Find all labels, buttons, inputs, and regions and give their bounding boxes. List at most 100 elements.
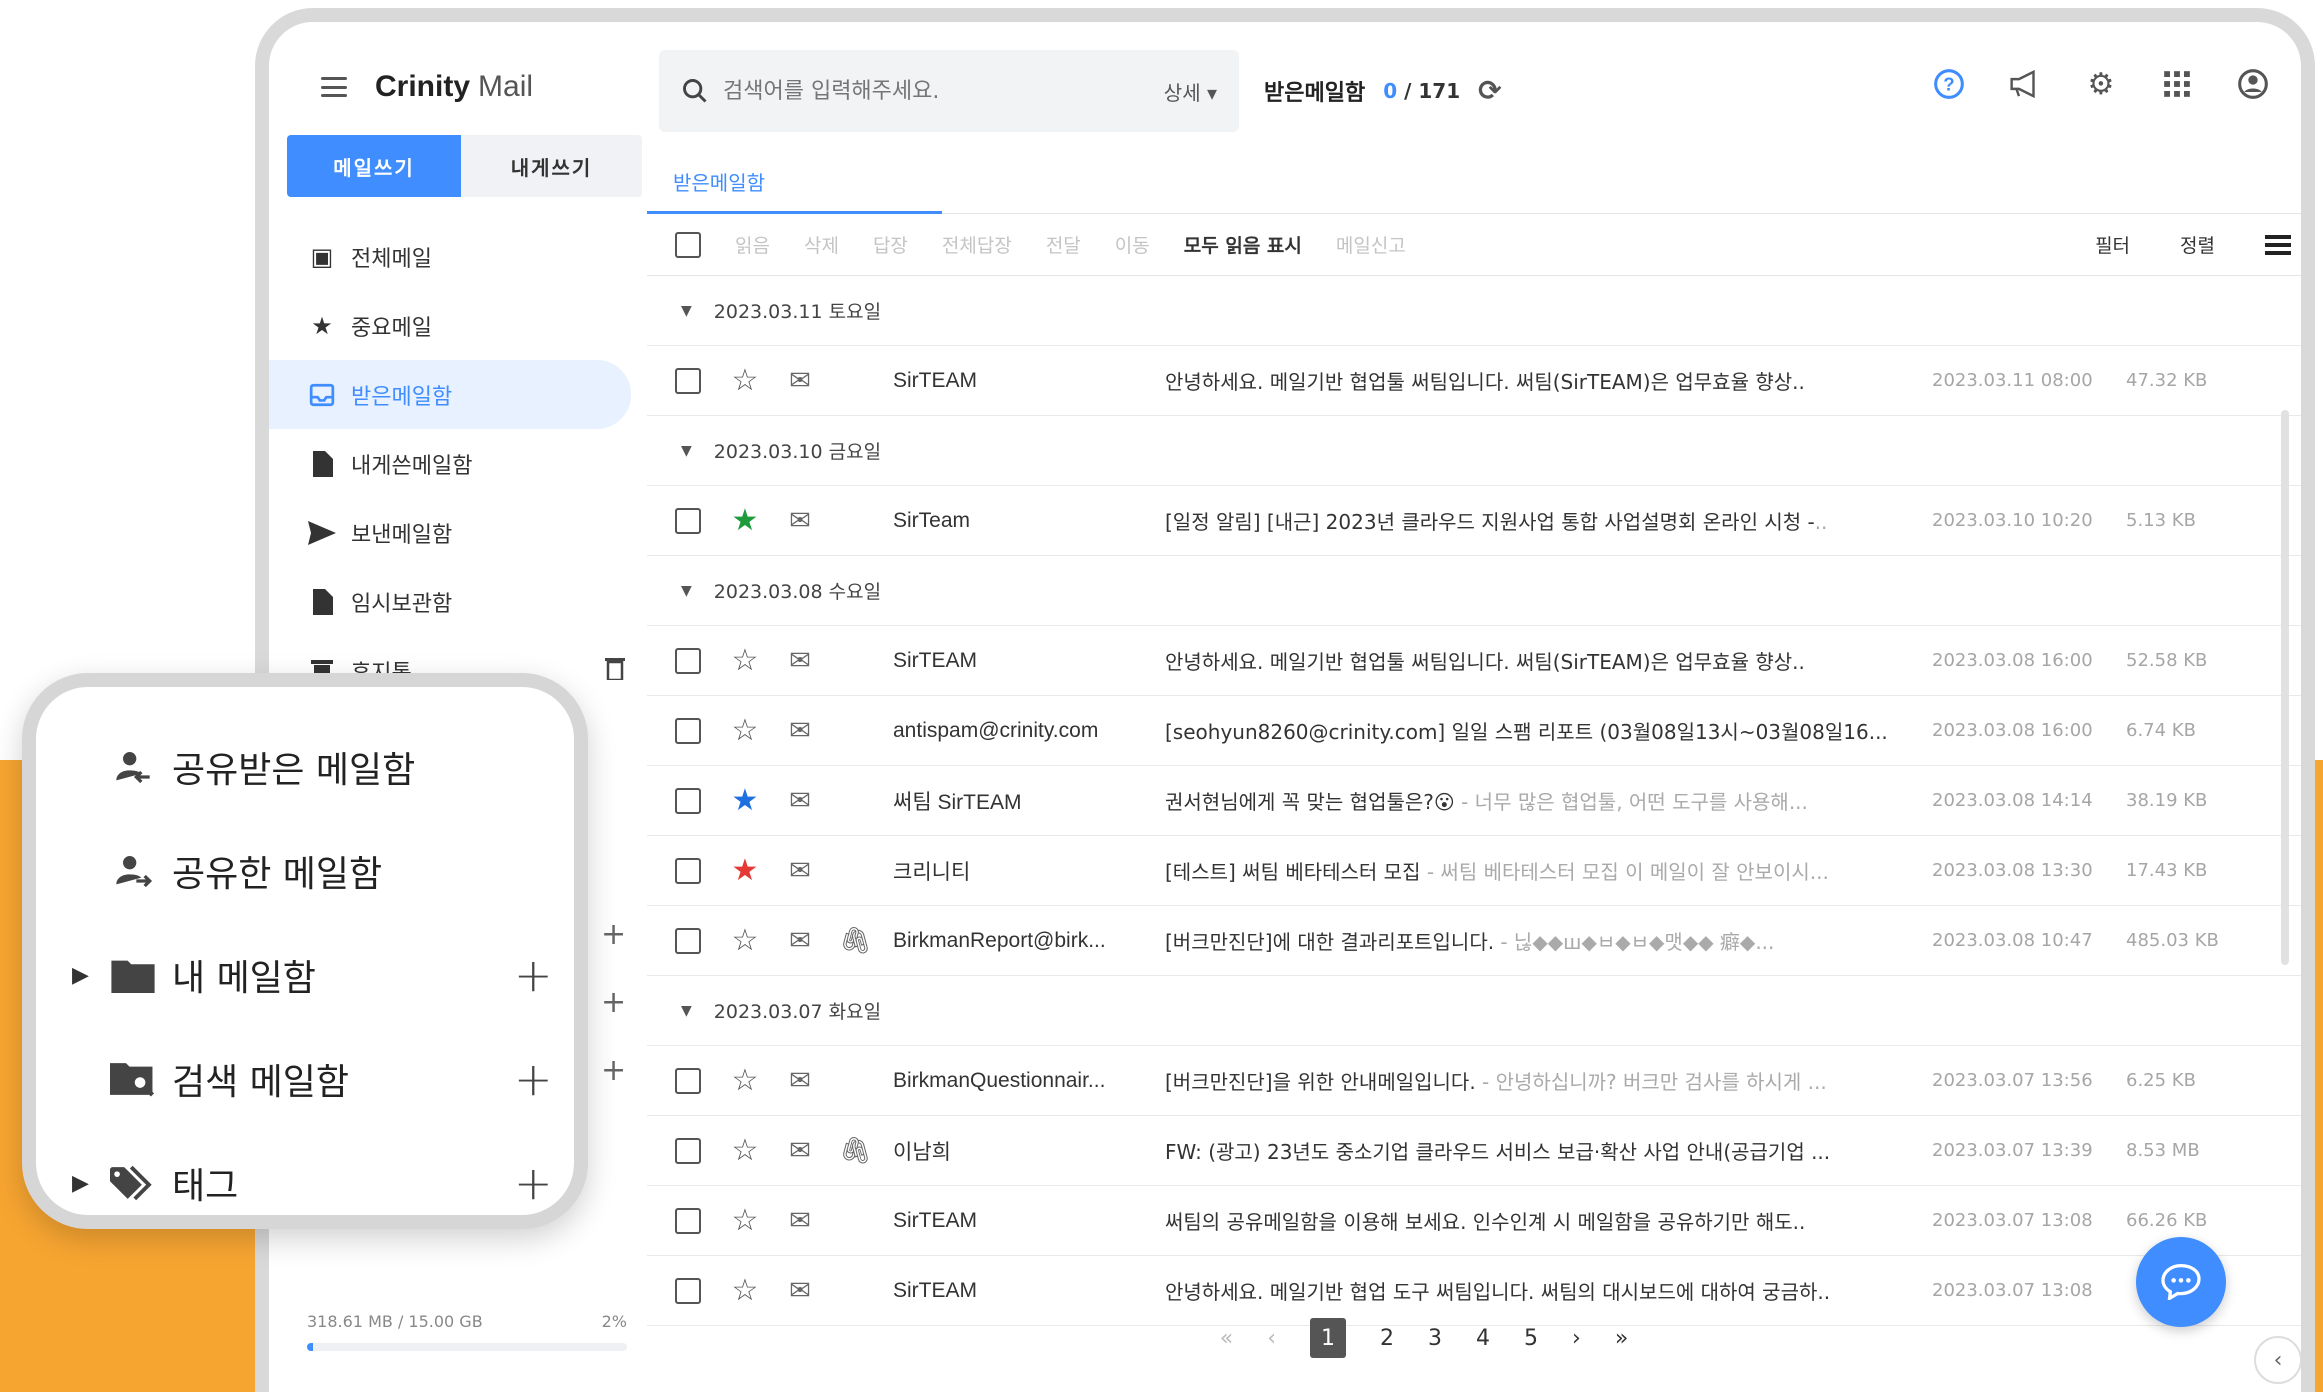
read-status-envelope-icon[interactable]: ✉ <box>783 646 817 676</box>
callout-item-tags[interactable]: ▶ 태그 + <box>36 1143 574 1223</box>
mail-select-checkbox[interactable] <box>675 647 701 674</box>
mail-select-checkbox[interactable] <box>675 507 701 534</box>
mail-select-checkbox[interactable] <box>675 1067 701 1094</box>
move-button[interactable]: 이동 <box>1115 231 1150 258</box>
read-status-envelope-icon[interactable]: ✉ <box>783 506 817 536</box>
read-status-envelope-icon[interactable]: ✉ <box>783 1066 817 1096</box>
mail-row[interactable]: ☆ ✉ SirTEAM 써팀의 공유메일함을 이용해 보세요. 인수인계 시 메일함을… <box>647 1186 2301 1256</box>
mail-select-checkbox[interactable] <box>675 1207 701 1234</box>
callout-item-shared-received[interactable]: 공유받은 메일함 <box>36 727 574 807</box>
add-folder-plus-icon[interactable]: + <box>601 917 626 952</box>
read-status-envelope-icon[interactable]: ✉ <box>783 856 817 886</box>
mark-all-read-button[interactable]: 모두 읽음 표시 <box>1184 231 1302 258</box>
mark-read-button[interactable]: 읽음 <box>735 231 770 258</box>
mail-row[interactable]: ★ ✉ SirTeam [일정 알림] [내근] 2023년 클라우드 지원사업 통합… <box>647 486 2301 556</box>
page-4-button[interactable]: 4 <box>1476 1326 1490 1351</box>
mail-select-checkbox[interactable] <box>675 787 701 814</box>
megaphone-icon[interactable] <box>2007 66 2043 102</box>
search-detail-dropdown[interactable]: 상세 ▾ <box>1164 77 1217 106</box>
page-3-button[interactable]: 3 <box>1428 1326 1442 1351</box>
delete-button[interactable]: 삭제 <box>804 231 839 258</box>
star-icon[interactable]: ☆ <box>727 363 763 398</box>
date-group-header[interactable]: ▼ 2023.03.11 토요일 <box>647 276 2301 346</box>
star-icon[interactable]: ☆ <box>727 643 763 678</box>
mail-subject[interactable]: 안녕하세요. 메일기반 협업툴 써팀입니다. 써팀(SirTEAM)은 업무효율… <box>1165 646 1905 675</box>
add-folder-plus-icon[interactable]: + <box>514 948 553 1002</box>
collapse-caret-icon[interactable]: ▼ <box>681 1003 692 1019</box>
mail-subject[interactable]: [일정 알림] [내근] 2023년 클라우드 지원사업 통합 사업설명회 온라… <box>1165 506 1905 535</box>
add-tag-plus-icon[interactable]: + <box>601 1053 626 1088</box>
page-1-button[interactable]: 1 <box>1310 1318 1346 1358</box>
star-icon[interactable]: ☆ <box>727 713 763 748</box>
reply-all-button[interactable]: 전체답장 <box>942 231 1012 258</box>
collapse-caret-icon[interactable]: ▼ <box>681 583 692 599</box>
read-status-envelope-icon[interactable]: ✉ <box>783 786 817 816</box>
star-icon[interactable]: ☆ <box>727 923 763 958</box>
sidebar-item-all-mail[interactable]: ▣ 전체메일 <box>269 222 647 291</box>
compose-button[interactable]: 메일쓰기 <box>287 135 461 197</box>
mail-subject[interactable]: [테스트] 써팀 베타테스터 모집 - 써팀 베타테스터 모집 이 메일이 잘 … <box>1165 856 1905 885</box>
star-icon[interactable]: ★ <box>727 853 763 888</box>
collapse-caret-icon[interactable]: ▼ <box>681 303 692 319</box>
sidebar-item-inbox[interactable]: 받은메일함 <box>269 360 631 429</box>
read-status-envelope-icon[interactable]: ✉ <box>783 366 817 396</box>
mail-row[interactable]: ☆ ✉ SirTEAM 안녕하세요. 메일기반 협업툴 써팀입니다. 써팀(SirTE… <box>647 626 2301 696</box>
read-status-envelope-icon[interactable]: ✉ <box>783 1136 817 1166</box>
first-page-button[interactable]: « <box>1220 1326 1233 1351</box>
view-density-icon[interactable] <box>2265 234 2291 255</box>
tab-inbox[interactable]: 받은메일함 <box>647 152 942 214</box>
filter-button[interactable]: 필터 <box>2095 231 2130 258</box>
mail-row[interactable]: ☆ ✉ 🖇 BirkmanReport@birk... [버크만진단]에 대한 결과리포… <box>647 906 2301 976</box>
forward-button[interactable]: 전달 <box>1046 231 1081 258</box>
page-5-button[interactable]: 5 <box>1524 1326 1538 1351</box>
sidebar-item-drafts[interactable]: 임시보관함 <box>269 567 647 636</box>
mail-row[interactable]: ★ ✉ 써팀 SirTEAM 권서현님에게 꼭 맞는 협업툴은?😮 - 너무 많은 협… <box>647 766 2301 836</box>
mail-subject[interactable]: FW: (광고) 23년도 중소기업 클라우드 서비스 보급·확산 사업 안내(… <box>1165 1136 1905 1165</box>
read-status-envelope-icon[interactable]: ✉ <box>783 1206 817 1236</box>
star-icon[interactable]: ☆ <box>727 1203 763 1238</box>
mail-select-checkbox[interactable] <box>675 717 701 744</box>
star-icon[interactable]: ★ <box>727 503 763 538</box>
add-search-folder-plus-icon[interactable]: + <box>601 985 626 1020</box>
star-icon[interactable]: ☆ <box>727 1063 763 1098</box>
help-icon[interactable]: ? <box>1931 66 1967 102</box>
add-search-folder-plus-icon[interactable]: + <box>514 1052 553 1106</box>
date-group-header[interactable]: ▼ 2023.03.08 수요일 <box>647 556 2301 626</box>
mail-select-checkbox[interactable] <box>675 367 701 394</box>
add-tag-plus-icon[interactable]: + <box>514 1156 553 1210</box>
mail-row[interactable]: ☆ ✉ antispam@crinity.com [seohyun8260@crini… <box>647 696 2301 766</box>
sort-button[interactable]: 정렬 <box>2180 231 2215 258</box>
date-group-header[interactable]: ▼ 2023.03.10 금요일 <box>647 416 2301 486</box>
sidebar-item-sent[interactable]: 보낸메일함 <box>269 498 647 567</box>
read-status-envelope-icon[interactable]: ✉ <box>783 716 817 746</box>
apps-grid-icon[interactable] <box>2159 66 2195 102</box>
select-all-checkbox[interactable] <box>675 231 701 258</box>
mail-select-checkbox[interactable] <box>675 927 701 954</box>
account-icon[interactable] <box>2235 66 2271 102</box>
mail-subject[interactable]: 권서현님에게 꼭 맞는 협업툴은?😮 - 너무 많은 협업툴, 어떤 도구를 사… <box>1165 786 1905 815</box>
star-icon[interactable]: ★ <box>727 783 763 818</box>
mail-subject[interactable]: [seohyun8260@crinity.com] 일일 스팸 리포트 (03월… <box>1165 716 1905 745</box>
page-2-button[interactable]: 2 <box>1380 1326 1394 1351</box>
sidebar-item-important[interactable]: ★ 중요메일 <box>269 291 647 360</box>
read-status-envelope-icon[interactable]: ✉ <box>783 926 817 956</box>
collapse-chevron-icon[interactable]: ‹ <box>2254 1336 2301 1384</box>
collapse-caret-icon[interactable]: ▼ <box>681 443 692 459</box>
mail-subject[interactable]: [버크만진단]에 대한 결과리포트입니다. - 닎◆◆ш◆ㅂ◆ㅂ◆맷◆◆ 癖◆.… <box>1165 926 1905 955</box>
write-to-self-button[interactable]: 내게쓰기 <box>461 135 642 197</box>
last-page-button[interactable]: » <box>1615 1326 1628 1351</box>
callout-item-my-mailbox[interactable]: ▶ 내 메일함 + <box>36 935 574 1015</box>
hamburger-menu-icon[interactable] <box>321 77 347 97</box>
mail-row[interactable]: ☆ ✉ BirkmanQuestionnair... [버크만진단]을 위한 안내메일… <box>647 1046 2301 1116</box>
search-input[interactable] <box>723 78 1143 104</box>
report-spam-button[interactable]: 메일신고 <box>1336 231 1406 258</box>
mail-subject[interactable]: 안녕하세요. 메일기반 협업툴 써팀입니다. 써팀(SirTEAM)은 업무효율… <box>1165 366 1905 395</box>
star-icon[interactable]: ☆ <box>727 1133 763 1168</box>
mail-row[interactable]: ☆ ✉ SirTEAM 안녕하세요. 메일기반 협업툴 써팀입니다. 써팀(SirTE… <box>647 346 2301 416</box>
scrollbar[interactable] <box>2281 410 2289 965</box>
date-group-header[interactable]: ▼ 2023.03.07 화요일 <box>647 976 2301 1046</box>
callout-item-search-mailbox[interactable]: 검색 메일함 + <box>36 1039 574 1119</box>
mail-subject[interactable]: [버크만진단]을 위한 안내메일입니다. - 안녕하십니까? 버크만 검사를 하… <box>1165 1066 1905 1095</box>
next-page-button[interactable]: › <box>1572 1326 1581 1351</box>
mail-select-checkbox[interactable] <box>675 857 701 884</box>
